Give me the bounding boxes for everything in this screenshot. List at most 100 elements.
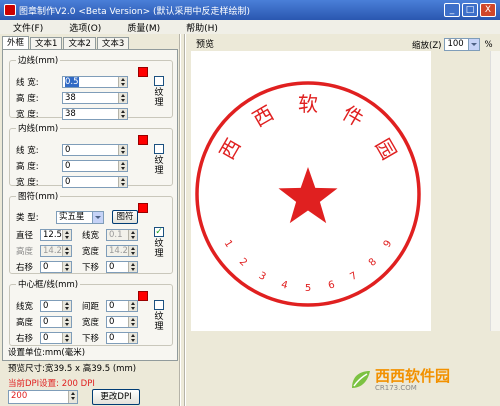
chevron-down-icon[interactable] bbox=[92, 211, 103, 223]
center-gap-label: 间距 bbox=[82, 302, 100, 312]
panel-splitter[interactable] bbox=[181, 34, 185, 406]
spinner-arrows-icon[interactable] bbox=[128, 262, 137, 272]
inner-texture-checkbox[interactable] bbox=[154, 144, 164, 154]
spinner-arrows-icon[interactable] bbox=[128, 333, 137, 343]
shape-right-spinner[interactable]: 0 bbox=[40, 261, 72, 273]
shape-height-spinner[interactable]: 14.2 bbox=[40, 245, 72, 257]
shape-width-value: 14.2 bbox=[109, 246, 128, 256]
preview-size-info: 预览尺寸:宽39.5 x 高39.5 (mm) bbox=[8, 364, 137, 374]
shape-diameter-row: 直径 12.5 线宽 0.1 bbox=[16, 229, 138, 241]
spinner-arrows-icon[interactable] bbox=[62, 246, 71, 256]
center-w-spinner[interactable]: 0 bbox=[106, 316, 138, 328]
border-color-swatch[interactable] bbox=[138, 67, 148, 77]
dpi-spinner[interactable]: 200 bbox=[8, 390, 78, 404]
star-icon bbox=[278, 167, 338, 224]
center-gap-spinner[interactable]: 0 bbox=[106, 300, 138, 312]
shape-linewidth-spinner[interactable]: 0.1 bbox=[106, 229, 138, 241]
stamp-number: 7 bbox=[348, 270, 359, 283]
inner-group-title: 内线(mm) bbox=[18, 124, 59, 134]
spinner-arrows-icon[interactable] bbox=[118, 109, 127, 119]
watermark-brand: 西西软件园 bbox=[375, 367, 451, 385]
minimize-button[interactable]: _ bbox=[444, 3, 460, 17]
shape-down-spinner[interactable]: 0 bbox=[106, 261, 138, 273]
shape-offset-row: 右移 0 下移 0 bbox=[16, 261, 138, 273]
spinner-arrows-icon[interactable] bbox=[128, 246, 137, 256]
border-width-spinner[interactable]: 0.5 bbox=[62, 76, 128, 88]
units-info: 设置单位:mm(毫米) bbox=[8, 348, 86, 358]
shape-width-spinner[interactable]: 14.2 bbox=[106, 245, 138, 257]
center-group: 中心框/线(mm) 线宽 0 间距 0 高度 0 宽度 0 右移 0 下移 0 … bbox=[9, 278, 173, 346]
border-texture-checkbox[interactable] bbox=[154, 76, 164, 86]
close-button[interactable]: X bbox=[480, 3, 496, 17]
zoom-select[interactable]: 100 bbox=[444, 38, 481, 51]
shape-right-label: 右移 bbox=[16, 263, 34, 273]
spinner-arrows-icon[interactable] bbox=[62, 333, 71, 343]
shape-size-row: 高度 14.2 宽度 14.2 bbox=[16, 245, 138, 257]
inner-color-swatch[interactable] bbox=[138, 135, 148, 145]
zoom-value: 100 bbox=[447, 39, 464, 49]
inner-width-spinner[interactable]: 0 bbox=[62, 144, 128, 156]
spinner-arrows-icon[interactable] bbox=[62, 301, 71, 311]
inner-breadth-label: 宽 度: bbox=[16, 178, 39, 188]
spinner-arrows-icon[interactable] bbox=[62, 317, 71, 327]
menu-options[interactable]: 选项(O) bbox=[56, 21, 114, 34]
shape-button[interactable]: 图符 bbox=[112, 210, 138, 224]
spinner-arrows-icon[interactable] bbox=[68, 391, 77, 403]
center-gap-value: 0 bbox=[109, 301, 115, 311]
preview-canvas: 西 西 软 件 园 1 2 3 4 5 6 7 8 9 bbox=[191, 51, 431, 331]
border-height-value: 38 bbox=[65, 93, 76, 103]
center-d-label: 下移 bbox=[82, 334, 100, 344]
shape-diameter-spinner[interactable]: 12.5 bbox=[40, 229, 72, 241]
change-dpi-button[interactable]: 更改DPI bbox=[92, 389, 140, 405]
menu-file[interactable]: 文件(F) bbox=[0, 21, 56, 34]
spinner-arrows-icon[interactable] bbox=[118, 77, 127, 87]
inner-breadth-spinner[interactable]: 0 bbox=[62, 176, 128, 188]
preview-label: 预览 bbox=[196, 40, 215, 50]
spinner-arrows-icon[interactable] bbox=[118, 161, 127, 171]
center-d-spinner[interactable]: 0 bbox=[106, 332, 138, 344]
window-title: 图章制作V2.0 <Beta Version> (默认采用中反走样绘制) bbox=[19, 6, 251, 17]
dpi-current-info: 当前DPI设置: 200 DPI bbox=[8, 379, 95, 389]
settings-panel: 外框 文本1 文本2 文本3 边线(mm) 线 宽: 0.5 高 度: 38 宽… bbox=[0, 34, 180, 406]
stamp-char: 园 bbox=[371, 134, 402, 163]
shape-linewidth-value: 0.1 bbox=[109, 230, 123, 240]
shape-down-value: 0 bbox=[109, 262, 115, 272]
spinner-arrows-icon[interactable] bbox=[62, 230, 71, 240]
border-width-label: 线 宽: bbox=[16, 78, 39, 88]
stamp-number: 8 bbox=[367, 256, 379, 268]
stamp-number: 9 bbox=[382, 238, 395, 249]
spinner-arrows-icon[interactable] bbox=[118, 145, 127, 155]
inner-breadth-row: 宽 度: 0 bbox=[16, 176, 128, 188]
border-height-spinner[interactable]: 38 bbox=[62, 92, 128, 104]
site-watermark: 西西软件园 CR173.COM bbox=[348, 368, 450, 392]
chevron-down-icon[interactable] bbox=[468, 39, 480, 50]
spinner-arrows-icon[interactable] bbox=[62, 262, 71, 272]
shape-group: 图符(mm) 类 型: 实五星 图符 直径 12.5 线宽 0.1 高度 14.… bbox=[9, 190, 173, 274]
spinner-arrows-icon[interactable] bbox=[118, 177, 127, 187]
menu-bar: 文件(F) 选项(O) 质量(M) 帮助(H) bbox=[0, 20, 500, 34]
inner-height-spinner[interactable]: 0 bbox=[62, 160, 128, 172]
center-offset-row: 右移 0 下移 0 bbox=[16, 332, 138, 344]
spinner-arrows-icon[interactable] bbox=[128, 317, 137, 327]
shape-type-select[interactable]: 实五星 bbox=[56, 210, 104, 224]
inner-line-group: 内线(mm) 线 宽: 0 高 度: 0 宽 度: 0 纹理 bbox=[9, 122, 173, 188]
center-h-spinner[interactable]: 0 bbox=[40, 316, 72, 328]
stamp-number: 6 bbox=[327, 279, 336, 291]
spinner-arrows-icon[interactable] bbox=[118, 93, 127, 103]
spinner-arrows-icon[interactable] bbox=[128, 301, 137, 311]
center-lw-spinner[interactable]: 0 bbox=[40, 300, 72, 312]
zoom-unit: % bbox=[484, 39, 493, 50]
stamp-char: 西 bbox=[248, 101, 277, 132]
center-texture-checkbox[interactable] bbox=[154, 300, 164, 310]
shape-texture-checkbox[interactable]: ✓ bbox=[154, 227, 164, 237]
center-color-swatch[interactable] bbox=[138, 291, 148, 301]
center-r-spinner[interactable]: 0 bbox=[40, 332, 72, 344]
preview-scrollbar[interactable] bbox=[490, 51, 500, 331]
shape-color-swatch[interactable] bbox=[138, 203, 148, 213]
spinner-arrows-icon[interactable] bbox=[128, 230, 137, 240]
maximize-button[interactable]: □ bbox=[462, 3, 478, 17]
tab-frame[interactable]: 外框 bbox=[2, 36, 30, 50]
border-breadth-spinner[interactable]: 38 bbox=[62, 108, 128, 120]
menu-help[interactable]: 帮助(H) bbox=[173, 21, 231, 34]
menu-quality[interactable]: 质量(M) bbox=[114, 21, 173, 34]
